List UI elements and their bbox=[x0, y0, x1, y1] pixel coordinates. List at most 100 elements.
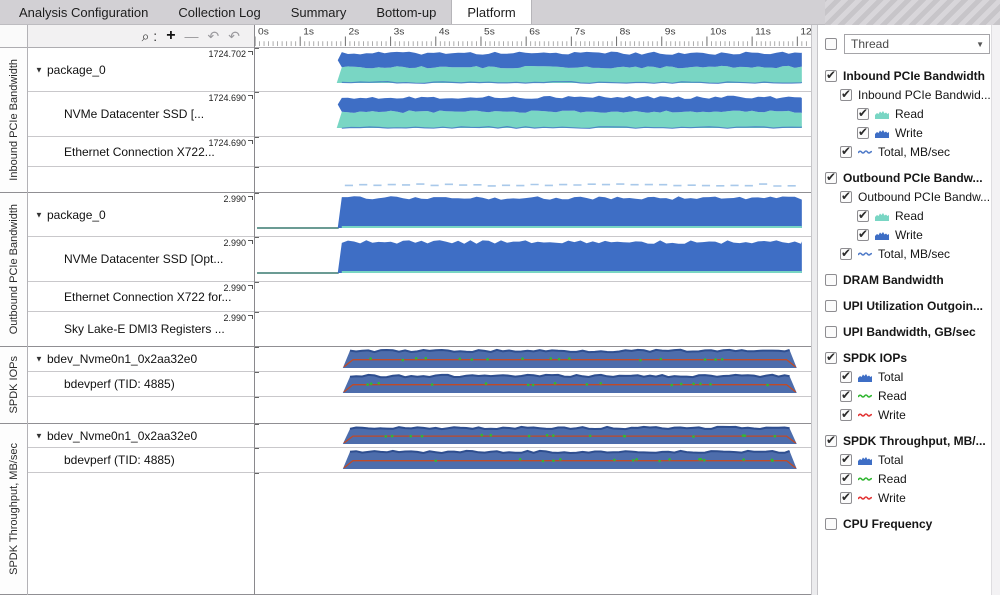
checkbox[interactable] bbox=[840, 390, 852, 402]
row-label-ethernet-connection-x722[interactable]: Ethernet Connection X722...1724.690 bbox=[28, 137, 254, 167]
zoom-out-icon[interactable]: — bbox=[185, 29, 199, 43]
row-label-text: bdevperf (TID: 4885) bbox=[64, 453, 175, 467]
thread-filter-select[interactable]: Thread ▼ bbox=[844, 34, 990, 54]
checkbox[interactable] bbox=[857, 108, 869, 120]
group-label-spdk-iops: SPDK IOPs bbox=[0, 347, 27, 424]
expander-icon[interactable]: ▼ bbox=[35, 355, 43, 364]
checkbox[interactable] bbox=[840, 492, 852, 504]
timeline-row-empty-0-3[interactable] bbox=[255, 167, 811, 193]
row-label-text: Ethernet Connection X722... bbox=[64, 145, 215, 159]
legend-item-label: SPDK IOPs bbox=[843, 351, 907, 365]
checkbox[interactable] bbox=[840, 191, 852, 203]
timeline-row-nvme-datacenter-ssd[interactable] bbox=[255, 92, 811, 137]
timeline-row-package-0[interactable] bbox=[255, 48, 811, 92]
svg-text:7s: 7s bbox=[574, 27, 585, 38]
timeline-row-nvme-datacenter-ssd-opt[interactable] bbox=[255, 237, 811, 282]
legend-item-upi-utilization-outgoin: UPI Utilization Outgoin... bbox=[823, 296, 991, 315]
expander-icon[interactable]: ▼ bbox=[35, 65, 43, 74]
checkbox[interactable] bbox=[825, 326, 837, 338]
checkbox[interactable] bbox=[840, 409, 852, 421]
tab-bottom-up[interactable]: Bottom-up bbox=[361, 0, 451, 24]
panel-splitter[interactable] bbox=[811, 25, 818, 595]
legend-item-write: Write bbox=[823, 123, 991, 142]
row-label-nvme-datacenter-ssd[interactable]: NVMe Datacenter SSD [...1724.690 bbox=[28, 92, 254, 137]
checkbox[interactable] bbox=[840, 89, 852, 101]
row-axis-tick bbox=[255, 397, 259, 398]
platform-view: Inbound PCIe BandwidthOutbound PCIe Band… bbox=[0, 25, 1000, 595]
tab-analysis-configuration[interactable]: Analysis Configuration bbox=[4, 0, 163, 24]
checkbox[interactable] bbox=[825, 300, 837, 312]
tab-collection-log[interactable]: Collection Log bbox=[163, 0, 275, 24]
checkbox[interactable] bbox=[825, 172, 837, 184]
legend-item-read: Read bbox=[823, 386, 991, 405]
timeline-row-empty-3-2[interactable] bbox=[255, 473, 811, 595]
time-ruler[interactable]: 0s1s2s3s4s5s6s7s8s9s10s11s12s bbox=[255, 25, 811, 48]
axis-max-tick bbox=[248, 285, 253, 289]
row-label-bdevperf-tid-4885[interactable]: bdevperf (TID: 4885) bbox=[28, 448, 254, 473]
checkbox[interactable] bbox=[825, 70, 837, 82]
legend-item-label: Read bbox=[895, 107, 924, 121]
row-axis-tick bbox=[255, 312, 259, 313]
tab-platform[interactable]: Platform bbox=[451, 0, 531, 24]
tab-summary[interactable]: Summary bbox=[276, 0, 362, 24]
checkbox[interactable] bbox=[840, 473, 852, 485]
zoom-in-icon[interactable]: + bbox=[166, 28, 175, 44]
svg-text:2s: 2s bbox=[348, 27, 359, 38]
svg-text:4s: 4s bbox=[439, 27, 450, 38]
timeline-row-bdev-nvme0n1-0x2aa32e0[interactable] bbox=[255, 347, 811, 372]
timeline-row-empty-2-2[interactable] bbox=[255, 397, 811, 424]
group-label-inbound-pcie-bandwidth: Inbound PCIe Bandwidth bbox=[0, 48, 27, 193]
timeline-row-bdevperf-tid-4885[interactable] bbox=[255, 448, 811, 473]
checkbox[interactable] bbox=[857, 229, 869, 241]
undo-zoom-icon[interactable]: ↶ bbox=[208, 29, 220, 43]
row-label-ethernet-connection-x722-for[interactable]: Ethernet Connection X722 for...2.990 bbox=[28, 282, 254, 312]
legend-item-label: UPI Bandwidth, GB/sec bbox=[843, 325, 976, 339]
checkbox[interactable] bbox=[825, 352, 837, 364]
row-label-bdev-nvme0n1-0x2aa32e0[interactable]: ▼bdev_Nvme0n1_0x2aa32e0 bbox=[28, 347, 254, 372]
svg-text:10s: 10s bbox=[710, 27, 726, 38]
legend-item-spdk-throughput-mb: SPDK Throughput, MB/... bbox=[823, 431, 991, 450]
area-teal-icon bbox=[875, 211, 889, 221]
timeline-row-bdevperf-tid-4885[interactable] bbox=[255, 372, 811, 397]
checkbox[interactable] bbox=[840, 371, 852, 383]
timeline-row-ethernet-connection-x722-for[interactable] bbox=[255, 282, 811, 312]
checkbox[interactable] bbox=[825, 435, 837, 447]
axis-max-tick bbox=[248, 51, 253, 55]
timeline-row-sky-lake-e-dmi3-registers[interactable] bbox=[255, 312, 811, 347]
legend-item-label: Inbound PCIe Bandwidth bbox=[843, 69, 985, 83]
row-axis-tick bbox=[255, 424, 259, 425]
checkbox[interactable] bbox=[840, 146, 852, 158]
row-axis-tick bbox=[255, 167, 259, 168]
row-label-bdev-nvme0n1-0x2aa32e0[interactable]: ▼bdev_Nvme0n1_0x2aa32e0 bbox=[28, 424, 254, 448]
row-max-value: 1724.690 bbox=[208, 138, 246, 148]
checkbox[interactable] bbox=[825, 518, 837, 530]
legend-item-label: Total bbox=[878, 370, 903, 384]
legend-scrollbar[interactable] bbox=[991, 25, 1000, 595]
timeline-chart-area[interactable]: 0s1s2s3s4s5s6s7s8s9s10s11s12s bbox=[255, 25, 811, 595]
row-label-bdevperf-tid-4885[interactable]: bdevperf (TID: 4885) bbox=[28, 372, 254, 397]
expander-icon[interactable]: ▼ bbox=[35, 431, 43, 440]
checkbox[interactable] bbox=[857, 210, 869, 222]
legend-item-label: Write bbox=[878, 408, 906, 422]
expander-icon[interactable]: ▼ bbox=[35, 210, 43, 219]
row-max-value: 1724.702 bbox=[208, 49, 246, 59]
row-label-package-0[interactable]: ▼package_01724.702 bbox=[28, 48, 254, 92]
area-blue-icon bbox=[858, 455, 872, 465]
timeline-row-package-0[interactable] bbox=[255, 193, 811, 237]
legend-item-read: Read bbox=[823, 206, 991, 225]
reset-zoom-icon[interactable]: ↶ bbox=[228, 29, 240, 43]
corner-cell bbox=[0, 25, 27, 48]
timeline-row-ethernet-connection-x722[interactable] bbox=[255, 137, 811, 167]
checkbox[interactable] bbox=[857, 127, 869, 139]
row-label-package-0[interactable]: ▼package_02.990 bbox=[28, 193, 254, 237]
legend-item-total-mb-sec: Total, MB/sec bbox=[823, 142, 991, 161]
row-label-nvme-datacenter-ssd-opt[interactable]: NVMe Datacenter SSD [Opt...2.990 bbox=[28, 237, 254, 282]
thread-filter-checkbox[interactable] bbox=[825, 38, 837, 50]
checkbox[interactable] bbox=[825, 274, 837, 286]
area-blue-icon bbox=[875, 230, 889, 240]
checkbox[interactable] bbox=[840, 248, 852, 260]
timeline-row-bdev-nvme0n1-0x2aa32e0[interactable] bbox=[255, 424, 811, 448]
row-label-sky-lake-e-dmi3-registers[interactable]: Sky Lake-E DMI3 Registers ...2.990 bbox=[28, 312, 254, 347]
line-red-icon bbox=[858, 410, 872, 420]
checkbox[interactable] bbox=[840, 454, 852, 466]
